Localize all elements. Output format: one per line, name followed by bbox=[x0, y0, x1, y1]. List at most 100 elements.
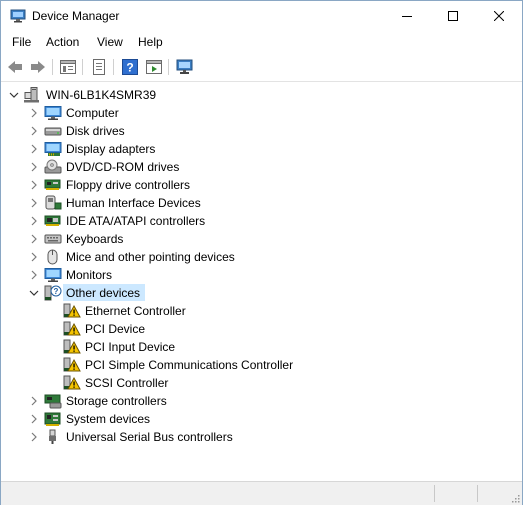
expand-icon[interactable] bbox=[29, 216, 39, 226]
tree-device-label: PCI Simple Communications Controller bbox=[85, 358, 294, 372]
warning-device-icon bbox=[63, 357, 81, 373]
tree-device-scsi-controller[interactable]: SCSI Controller bbox=[1, 374, 522, 392]
tree-category-label: Keyboards bbox=[66, 232, 124, 246]
tree-category-dvd-cd-rom-drives[interactable]: DVD/CD-ROM drives bbox=[1, 158, 522, 176]
usb-icon bbox=[44, 429, 62, 445]
computer-root-icon bbox=[24, 87, 42, 103]
scan-hardware-button[interactable] bbox=[175, 58, 195, 76]
tree-category-ide-ata-atapi-controllers[interactable]: IDE ATA/ATAPI controllers bbox=[1, 212, 522, 230]
expand-icon[interactable] bbox=[29, 414, 39, 424]
resize-grip-icon[interactable] bbox=[510, 493, 520, 503]
tree-category-disk-drives[interactable]: Disk drives bbox=[1, 122, 522, 140]
expand-icon[interactable] bbox=[29, 144, 39, 154]
tree-device-pci-simple-communications-controller[interactable]: PCI Simple Communications Controller bbox=[1, 356, 522, 374]
maximize-button[interactable] bbox=[430, 1, 476, 31]
keyboard-icon bbox=[44, 231, 62, 247]
maximize-icon bbox=[448, 11, 458, 21]
collapse-icon[interactable] bbox=[9, 90, 19, 100]
toolbar: ? bbox=[1, 53, 522, 82]
forward-icon bbox=[31, 61, 45, 73]
disk-drive-icon bbox=[44, 123, 62, 139]
close-button[interactable] bbox=[476, 1, 522, 31]
tree-category-label: Mice and other pointing devices bbox=[66, 250, 235, 264]
tree-category-floppy-drive-controllers[interactable]: Floppy drive controllers bbox=[1, 176, 522, 194]
warning-device-icon bbox=[63, 321, 81, 337]
mouse-icon bbox=[44, 249, 62, 265]
tree-category-label: Storage controllers bbox=[66, 394, 167, 408]
tree-category-label: Other devices bbox=[66, 286, 141, 300]
tree-category-human-interface-devices[interactable]: Human Interface Devices bbox=[1, 194, 522, 212]
tree-category-system-devices[interactable]: System devices bbox=[1, 410, 522, 428]
svg-text:?: ? bbox=[54, 287, 59, 296]
computer-icon bbox=[44, 105, 62, 121]
tree-category-display-adapters[interactable]: Display adapters bbox=[1, 140, 522, 158]
storage-controller-icon bbox=[44, 393, 62, 409]
tree-category-keyboards[interactable]: Keyboards bbox=[1, 230, 522, 248]
tree-category-mice-and-other-pointing-devices[interactable]: Mice and other pointing devices bbox=[1, 248, 522, 266]
tree-device-pci-input-device[interactable]: PCI Input Device bbox=[1, 338, 522, 356]
floppy-controller-icon bbox=[44, 177, 62, 193]
monitor-icon bbox=[44, 267, 62, 283]
back-button[interactable] bbox=[5, 58, 25, 76]
expand-icon[interactable] bbox=[29, 396, 39, 406]
menu-bar: File Action View Help bbox=[1, 31, 522, 53]
expand-icon[interactable] bbox=[29, 234, 39, 244]
properties-icon bbox=[93, 59, 105, 75]
tree-category-universal-serial-bus-controllers[interactable]: Universal Serial Bus controllers bbox=[1, 428, 522, 446]
toolbar-separator bbox=[113, 59, 114, 75]
tree-device-label: PCI Device bbox=[85, 322, 146, 336]
collapse-icon[interactable] bbox=[29, 288, 39, 298]
tree-root-row[interactable]: WIN-6LB1K4SMR39 bbox=[1, 86, 522, 104]
tree-category-label: Floppy drive controllers bbox=[66, 178, 191, 192]
tree-category-label: Display adapters bbox=[66, 142, 156, 156]
minimize-button[interactable] bbox=[384, 1, 430, 31]
menu-file[interactable]: File bbox=[10, 35, 33, 49]
tree-root-label: WIN-6LB1K4SMR39 bbox=[46, 88, 157, 102]
tree-device-pci-device[interactable]: PCI Device bbox=[1, 320, 522, 338]
tree-category-label: Monitors bbox=[66, 268, 113, 282]
properties-button[interactable] bbox=[89, 58, 109, 76]
tree-category-storage-controllers[interactable]: Storage controllers bbox=[1, 392, 522, 410]
svg-text:?: ? bbox=[126, 61, 133, 75]
expand-icon[interactable] bbox=[29, 126, 39, 136]
run-action-button[interactable] bbox=[144, 58, 164, 76]
window-title: Device Manager bbox=[32, 9, 120, 23]
menu-help[interactable]: Help bbox=[136, 35, 165, 49]
unknown-device-icon: ? bbox=[44, 285, 62, 301]
title-bar[interactable]: Device Manager bbox=[1, 1, 522, 31]
tree-category-monitors[interactable]: Monitors bbox=[1, 266, 522, 284]
system-devices-icon bbox=[44, 411, 62, 427]
close-icon bbox=[494, 11, 504, 21]
expand-icon[interactable] bbox=[29, 180, 39, 190]
tree-category-label: Computer bbox=[66, 106, 119, 120]
minimize-icon bbox=[402, 16, 412, 17]
warning-device-icon bbox=[63, 339, 81, 355]
expand-icon[interactable] bbox=[29, 108, 39, 118]
tree-category-other-devices[interactable]: ? Other devices bbox=[1, 284, 522, 302]
status-separator bbox=[477, 485, 478, 502]
properties-pane-button[interactable] bbox=[58, 58, 78, 76]
help-button[interactable]: ? bbox=[120, 58, 140, 76]
toolbar-separator bbox=[168, 59, 169, 75]
tree-device-label: SCSI Controller bbox=[85, 376, 169, 390]
toolbar-separator bbox=[52, 59, 53, 75]
tree-device-label: PCI Input Device bbox=[85, 340, 176, 354]
device-manager-window: Device Manager File Action View Help ? W… bbox=[0, 0, 523, 505]
tree-category-label: System devices bbox=[66, 412, 151, 426]
tree-category-computer[interactable]: Computer bbox=[1, 104, 522, 122]
expand-icon[interactable] bbox=[29, 270, 39, 280]
expand-icon[interactable] bbox=[29, 162, 39, 172]
tree-device-label: Ethernet Controller bbox=[85, 304, 186, 318]
menu-action[interactable]: Action bbox=[44, 35, 81, 49]
expand-icon[interactable] bbox=[29, 432, 39, 442]
expand-icon[interactable] bbox=[29, 252, 39, 262]
tree-device-ethernet-controller[interactable]: Ethernet Controller bbox=[1, 302, 522, 320]
forward-button[interactable] bbox=[28, 58, 48, 76]
device-tree[interactable]: WIN-6LB1K4SMR39 Computer Disk drives Displ… bbox=[1, 83, 522, 479]
status-separator bbox=[434, 485, 435, 502]
menu-view[interactable]: View bbox=[95, 35, 125, 49]
help-icon: ? bbox=[122, 59, 138, 75]
dvd-drive-icon bbox=[44, 159, 62, 175]
ide-controller-icon bbox=[44, 213, 62, 229]
expand-icon[interactable] bbox=[29, 198, 39, 208]
